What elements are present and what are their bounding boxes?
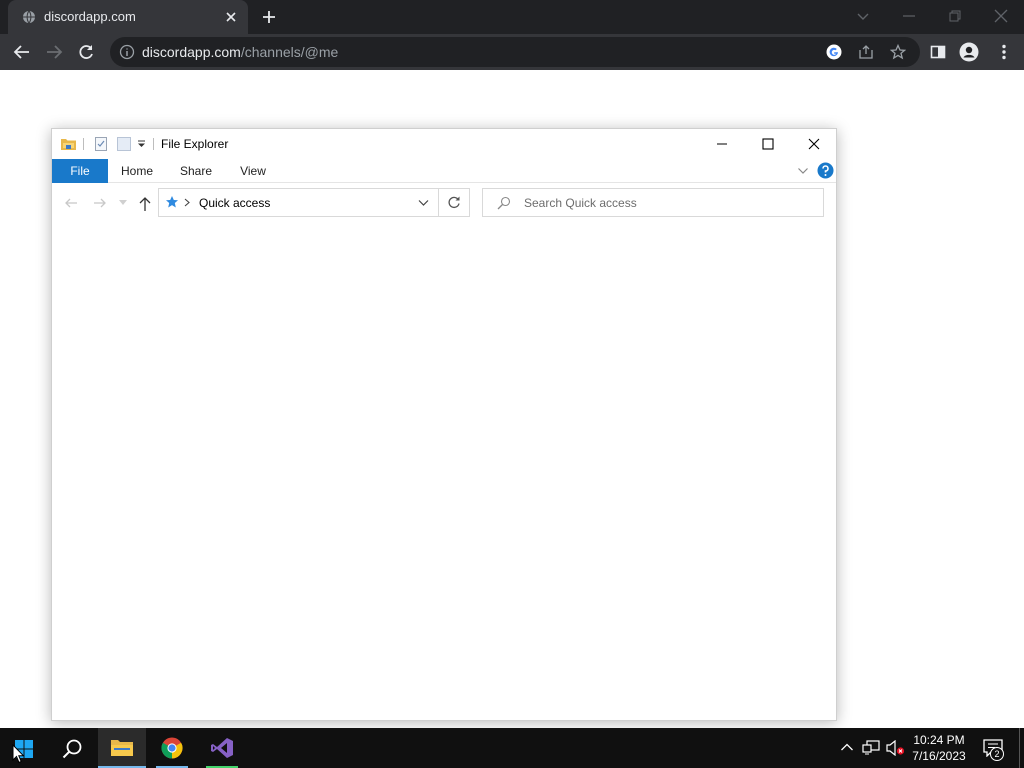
back-icon[interactable] [12,42,32,62]
reload-icon[interactable] [76,42,96,62]
divider [153,138,154,150]
more-menu-icon[interactable] [994,42,1014,62]
bookmark-star-icon[interactable] [890,44,906,60]
search-icon [62,739,82,759]
refresh-button[interactable] [439,188,470,217]
window-title: File Explorer [161,137,229,151]
browser-tab[interactable]: discordapp.com [8,0,248,34]
close-window-icon[interactable] [992,7,1010,25]
customize-toolbar-dropdown-icon[interactable] [137,140,146,148]
folder-icon [111,740,133,756]
side-panel-icon[interactable] [928,42,948,62]
file-explorer-window: File Explorer File Home Share View Quick… [51,128,837,721]
browser-tab-strip: discordapp.com [0,0,1024,34]
refresh-icon [447,195,461,209]
minimize-button[interactable] [699,129,745,159]
properties-icon[interactable] [94,137,108,151]
browser-toolbar: discordapp.com/channels/@me [0,34,1024,70]
navigation-bar: Quick access Search Quick access [52,183,836,223]
search-icon [497,196,511,210]
close-button[interactable] [791,129,837,159]
tab-search-icon[interactable] [854,7,872,25]
taskbar-visual-studio[interactable] [198,728,246,768]
address-bar[interactable]: discordapp.com/channels/@me [110,37,920,67]
profile-icon[interactable] [959,42,979,62]
search-button[interactable] [48,728,96,768]
new-tab-icon[interactable] [261,9,277,25]
maximize-button[interactable] [745,129,791,159]
tab-view[interactable]: View [234,159,272,183]
show-desktop-button[interactable] [1019,728,1024,768]
url-domain: discordapp.com [142,44,241,60]
address-text: Quick access [199,196,271,210]
search-box[interactable]: Search Quick access [482,188,824,217]
start-button[interactable] [0,728,48,768]
visual-studio-icon [211,738,233,758]
address-box[interactable]: Quick access [158,188,439,217]
address-dropdown-icon[interactable] [418,199,429,207]
explorer-title-bar[interactable]: File Explorer [52,129,836,159]
forward-icon[interactable] [44,42,64,62]
close-tab-icon[interactable] [224,10,238,24]
quick-access-star-icon [165,195,179,209]
taskbar: 10:24 PM 7/16/2023 2 [0,728,1024,768]
tab-file[interactable]: File [52,159,108,183]
chrome-icon [161,737,183,759]
ribbon-tabs: File Home Share View [52,159,836,183]
minimize-icon[interactable] [900,7,918,25]
notifications-button[interactable]: 2 [980,728,1008,768]
taskbar-chrome[interactable] [148,728,196,768]
clock-date: 7/16/2023 [912,749,966,763]
restore-icon[interactable] [946,7,964,25]
network-icon[interactable] [860,728,882,768]
share-icon[interactable] [858,44,874,60]
globe-icon [22,10,36,24]
clock-time: 10:24 PM [913,733,965,747]
recent-locations-icon[interactable] [119,200,127,206]
new-folder-icon[interactable] [117,137,131,151]
help-icon[interactable] [817,162,834,179]
system-clock[interactable]: 10:24 PM 7/16/2023 [903,732,975,764]
taskbar-file-explorer[interactable] [98,728,146,768]
url-path: /channels/@me [240,44,339,60]
tab-title: discordapp.com [44,9,136,24]
divider [83,138,84,150]
notification-badge: 2 [990,747,1004,761]
site-info-icon[interactable] [119,44,135,60]
forward-icon[interactable] [93,196,107,210]
up-icon[interactable] [138,196,152,212]
search-placeholder: Search Quick access [524,196,637,210]
tab-share[interactable]: Share [174,159,218,183]
tab-home[interactable]: Home [114,159,160,183]
expand-ribbon-icon[interactable] [797,166,809,176]
back-icon[interactable] [64,196,78,210]
show-hidden-icons-icon[interactable] [838,728,856,768]
google-icon[interactable] [826,44,842,60]
mouse-cursor-icon [12,744,24,764]
breadcrumb-chevron-icon[interactable] [183,198,191,207]
url-text: discordapp.com/channels/@me [142,44,338,60]
folder-icon [60,136,77,152]
content-pane[interactable] [52,223,836,720]
